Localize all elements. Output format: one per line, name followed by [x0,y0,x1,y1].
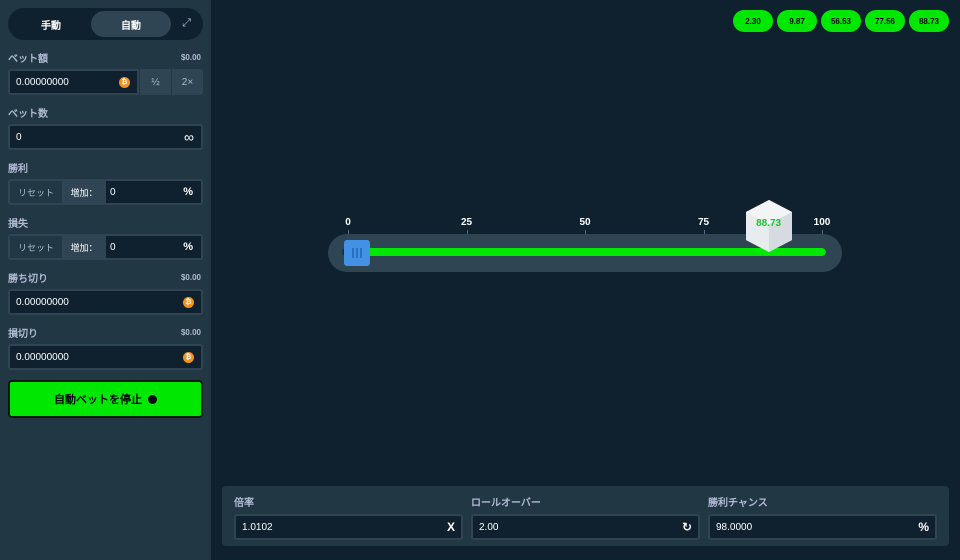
rollover-input[interactable]: 2.00 ↻ [471,514,700,540]
history-chip[interactable]: 2.30 [733,10,773,32]
win-chance-value: 98.0000 [716,521,753,533]
tab-auto[interactable]: 自動 [91,11,171,37]
history-chip[interactable]: 88.73 [909,10,949,32]
win-chance-label: 勝利チャンス [708,498,768,509]
bet-amount-usd: $0.00 [180,53,201,62]
bet-sidebar: 手動 自動 ⤢ ベット額 $0.00 0.00000000 ₿ ½ 2× ベット… [0,0,211,560]
bet-count-input[interactable]: 0 ∞ [8,124,203,150]
stop-loss-input[interactable]: 0.00000000 ₿ [8,344,203,370]
dice-result-marker: 88.73 [744,198,794,254]
grip-line [352,248,355,258]
multiplier-value: 1.0102 [242,521,273,533]
multiplier-field: 倍率 1.0102 X [234,494,463,546]
btc-coin-icon: ₿ [119,76,130,88]
on-loss-percent-input[interactable]: 0 % [106,236,201,258]
result-history: 2.30 9.87 56.53 77.56 88.73 [733,10,949,32]
record-dot-icon [148,394,157,404]
double-button[interactable]: 2× [171,69,203,95]
on-win-percent-input[interactable]: 0 % [106,181,201,203]
history-chip[interactable]: 9.87 [777,10,817,32]
percent-icon: % [918,520,929,534]
multiplier-input[interactable]: 1.0102 X [234,514,463,540]
bet-amount-label: ベット額 $0.00 [8,50,203,65]
tick-label: 100 [813,217,831,228]
on-loss-increase-button[interactable]: 増加： [62,236,106,258]
grip-line [356,248,359,258]
history-chip[interactable]: 56.53 [821,10,861,32]
stop-profit-usd: $0.00 [180,273,201,282]
bet-count-title: ベット数 [8,109,48,120]
slider-handle[interactable] [344,240,371,266]
rollover-value: 2.00 [479,521,499,533]
grip-line [360,248,363,258]
on-loss-reset-button[interactable]: リセット [10,236,62,258]
stop-autobet-button[interactable]: 自動ベットを停止 [8,380,203,418]
half-button[interactable]: ½ [139,69,171,95]
dice-result-value: 88.73 [756,218,782,229]
on-loss-value: 0 [110,241,116,253]
bet-count-value: 0 [16,131,22,143]
stop-loss-title: 損切り [8,329,38,340]
stop-loss-usd: $0.00 [180,328,201,337]
payout-panel: 倍率 1.0102 X ロールオーバー 2.00 ↻ 勝利チャンス 98.000… [222,486,949,546]
bet-amount-input[interactable]: 0.00000000 ₿ [8,69,139,95]
win-chance-field: 勝利チャンス 98.0000 % [708,494,937,546]
tick-mark [348,230,349,234]
tick-label: 25 [460,217,473,228]
history-chip[interactable]: 77.56 [865,10,905,32]
on-win-label: 勝利 [8,160,203,175]
tab-manual[interactable]: 手動 [11,11,91,37]
percent-icon: % [183,186,193,198]
tick-label: 50 [579,217,591,228]
stop-loss-value: 0.00000000 [16,351,69,363]
stop-profit-input[interactable]: 0.00000000 ₿ [8,289,203,315]
tick-mark [466,230,468,234]
on-loss-label: 損失 [8,215,203,230]
stop-profit-label: 勝ち切り $0.00 [8,270,203,285]
bet-amount-title: ベット額 [8,54,48,65]
stop-loss-label: 損切り $0.00 [8,325,203,340]
tick-mark [822,230,823,234]
on-loss-title: 損失 [8,219,28,230]
win-chance-input[interactable]: 98.0000 % [708,514,937,540]
bet-amount-value: 0.00000000 [16,76,69,88]
x-icon: X [446,520,455,534]
on-win-title: 勝利 [8,164,28,175]
rollover-label: ロールオーバー [471,498,541,509]
bet-count-label: ベット数 [8,105,203,120]
refresh-icon[interactable]: ↻ [682,520,692,534]
infinity-icon: ∞ [184,129,194,145]
percent-icon: % [183,241,193,253]
stop-profit-title: 勝ち切り [8,274,48,285]
rollover-field: ロールオーバー 2.00 ↻ [471,494,700,546]
on-loss-row: リセット 増加： 0 % [8,234,203,260]
stop-profit-value: 0.00000000 [16,296,69,308]
tick-mark [703,230,705,234]
stop-autobet-label: 自動ベットを停止 [54,394,142,406]
dice-slider: 0 25 50 75 100 88.73 [328,200,842,280]
on-win-value: 0 [110,186,116,198]
stats-icon[interactable]: ⤢ [182,17,191,30]
btc-coin-icon: ₿ [183,351,194,363]
tick-label: 75 [697,217,710,228]
bet-amount-row: 0.00000000 ₿ ½ 2× [8,69,203,95]
tick-mark [585,230,586,234]
on-win-increase-button[interactable]: 増加： [62,181,106,203]
on-win-reset-button[interactable]: リセット [10,181,62,203]
mode-toggle: 手動 自動 ⤢ [8,8,203,40]
on-win-row: リセット 増加： 0 % [8,179,203,205]
multiplier-label: 倍率 [234,498,254,509]
btc-coin-icon: ₿ [183,296,194,308]
tick-label: 0 [345,217,351,228]
